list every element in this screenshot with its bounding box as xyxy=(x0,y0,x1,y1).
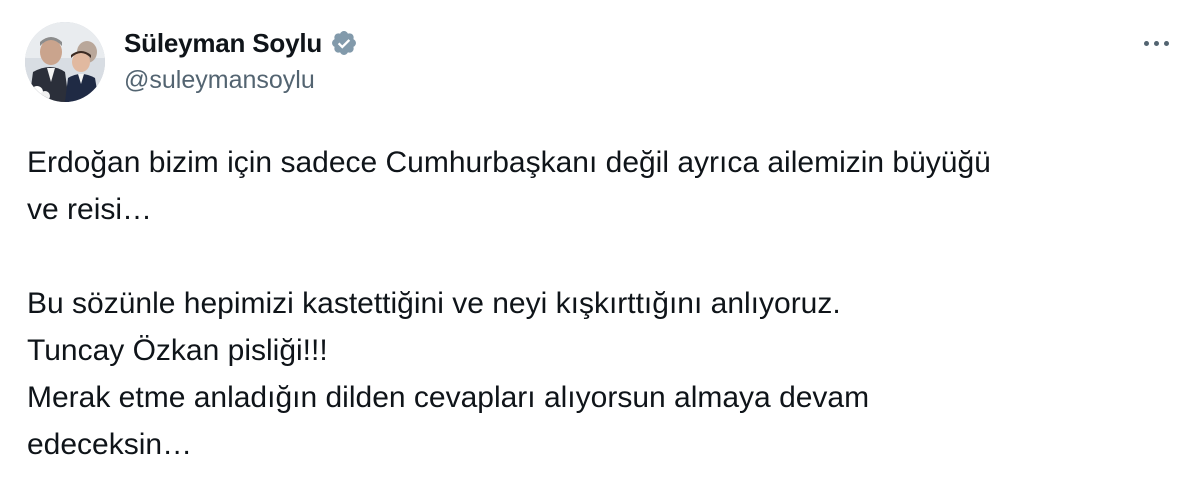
more-options-icon[interactable] xyxy=(1136,28,1176,58)
author-handle[interactable]: @suleymansoylu xyxy=(124,66,358,95)
tweet-card: Süleyman Soylu @suleymansoylu Erdoğan bi… xyxy=(0,0,1200,482)
tweet-line: edeceksin… xyxy=(27,428,193,461)
avatar-photo xyxy=(25,22,105,102)
tweet-line: Tuncay Özkan pisliği!!! xyxy=(27,334,328,367)
author-info: Süleyman Soylu @suleymansoylu xyxy=(124,26,358,95)
verified-badge-icon[interactable] xyxy=(330,29,358,57)
dot xyxy=(1163,40,1169,46)
avatar[interactable] xyxy=(25,22,105,102)
tweet-line: ve reisi… xyxy=(27,193,153,226)
tweet-line: Erdoğan bizim için sadece Cumhurbaşkanı … xyxy=(27,146,991,179)
tweet-text: Erdoğan bizim için sadece Cumhurbaşkanı … xyxy=(27,139,1177,468)
dot xyxy=(1143,40,1149,46)
tweet-line: Bu sözünle hepimizi kastettiğini ve neyi… xyxy=(27,287,841,320)
author-name-row: Süleyman Soylu xyxy=(124,26,358,60)
paragraph-break xyxy=(27,233,1177,280)
tweet-line: Merak etme anladığın dilden cevapları al… xyxy=(27,381,870,414)
dot xyxy=(1153,40,1159,46)
author-display-name[interactable]: Süleyman Soylu xyxy=(124,28,322,59)
